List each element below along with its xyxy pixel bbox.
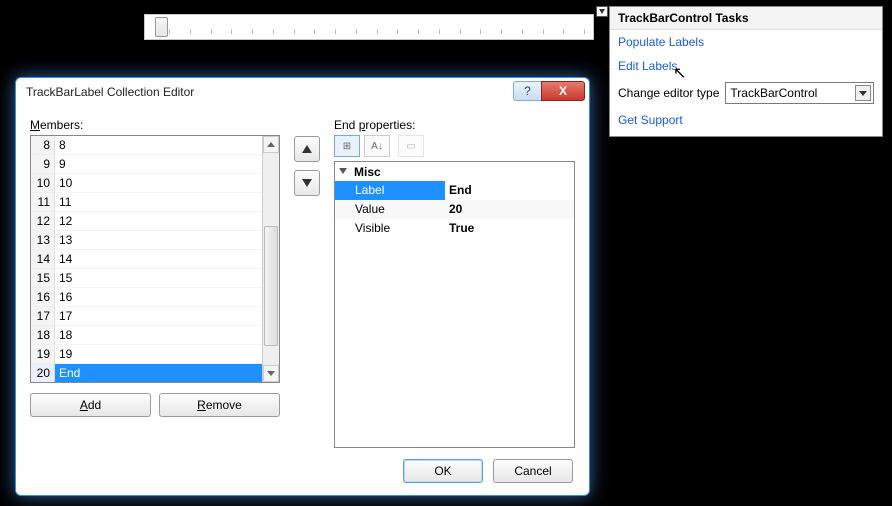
- list-item[interactable]: 20End: [31, 364, 262, 382]
- populate-labels-link[interactable]: Populate Labels: [610, 30, 882, 54]
- list-item[interactable]: 1414: [31, 250, 262, 269]
- property-category[interactable]: Misc: [335, 162, 574, 181]
- remove-button[interactable]: Remove: [159, 393, 280, 417]
- smart-tag-glyph-icon[interactable]: [596, 6, 608, 17]
- list-item[interactable]: 1111: [31, 193, 262, 212]
- property-row[interactable]: Value20: [335, 200, 574, 219]
- help-button[interactable]: ?: [513, 81, 541, 101]
- collapse-icon[interactable]: [339, 167, 348, 176]
- categorized-button[interactable]: ⊞: [334, 135, 360, 157]
- smart-panel-title: TrackBarControl Tasks: [610, 7, 882, 30]
- editor-type-combo[interactable]: TrackBarControl: [725, 82, 874, 104]
- list-item[interactable]: 1313: [31, 231, 262, 250]
- cancel-button[interactable]: Cancel: [493, 459, 573, 483]
- smart-tag-panel: TrackBarControl Tasks Populate Labels Ed…: [609, 6, 883, 137]
- list-item[interactable]: 1010: [31, 174, 262, 193]
- members-scrollbar[interactable]: [262, 136, 279, 382]
- members-listbox[interactable]: 8899101011111212131314141515161617171818…: [31, 136, 262, 382]
- editor-type-value: TrackBarControl: [730, 86, 817, 100]
- property-grid-toolbar: ⊞ A↓ ▭: [334, 135, 575, 159]
- trackbar-thumb[interactable]: [155, 17, 168, 37]
- list-item[interactable]: 1616: [31, 288, 262, 307]
- properties-label: End properties:: [334, 118, 575, 132]
- get-support-link[interactable]: Get Support: [610, 108, 882, 132]
- list-item[interactable]: 1212: [31, 212, 262, 231]
- move-down-button[interactable]: [294, 170, 320, 196]
- property-row[interactable]: VisibleTrue: [335, 219, 574, 238]
- edit-labels-link[interactable]: Edit Labels: [610, 54, 882, 78]
- add-button[interactable]: Add: [30, 393, 151, 417]
- ok-button[interactable]: OK: [403, 459, 483, 483]
- change-editor-type-label: Change editor type: [618, 86, 719, 100]
- collection-editor-dialog: TrackBarLabel Collection Editor ? X Memb…: [15, 77, 590, 496]
- move-up-button[interactable]: [294, 136, 320, 162]
- property-row[interactable]: LabelEnd: [335, 181, 574, 200]
- list-item[interactable]: 88: [31, 136, 262, 155]
- alphabetical-button[interactable]: A↓: [364, 135, 390, 157]
- scroll-thumb[interactable]: [264, 226, 278, 346]
- list-item[interactable]: 1818: [31, 326, 262, 345]
- list-item[interactable]: 1717: [31, 307, 262, 326]
- property-pages-button: ▭: [398, 135, 424, 157]
- property-grid[interactable]: Misc LabelEndValue20VisibleTrue: [334, 161, 575, 448]
- trackbar-control[interactable]: [144, 14, 594, 40]
- trackbar-ticks: [169, 29, 585, 35]
- close-button[interactable]: X: [541, 81, 585, 101]
- list-item[interactable]: 99: [31, 155, 262, 174]
- list-item[interactable]: 1919: [31, 345, 262, 364]
- members-label: Members:: [30, 118, 280, 132]
- dialog-title: TrackBarLabel Collection Editor: [26, 85, 194, 99]
- list-item[interactable]: 1515: [31, 269, 262, 288]
- scroll-down-button[interactable]: [263, 365, 279, 382]
- chevron-down-icon[interactable]: [855, 85, 871, 101]
- scroll-up-button[interactable]: [263, 136, 279, 153]
- dialog-titlebar[interactable]: TrackBarLabel Collection Editor ? X: [16, 78, 589, 106]
